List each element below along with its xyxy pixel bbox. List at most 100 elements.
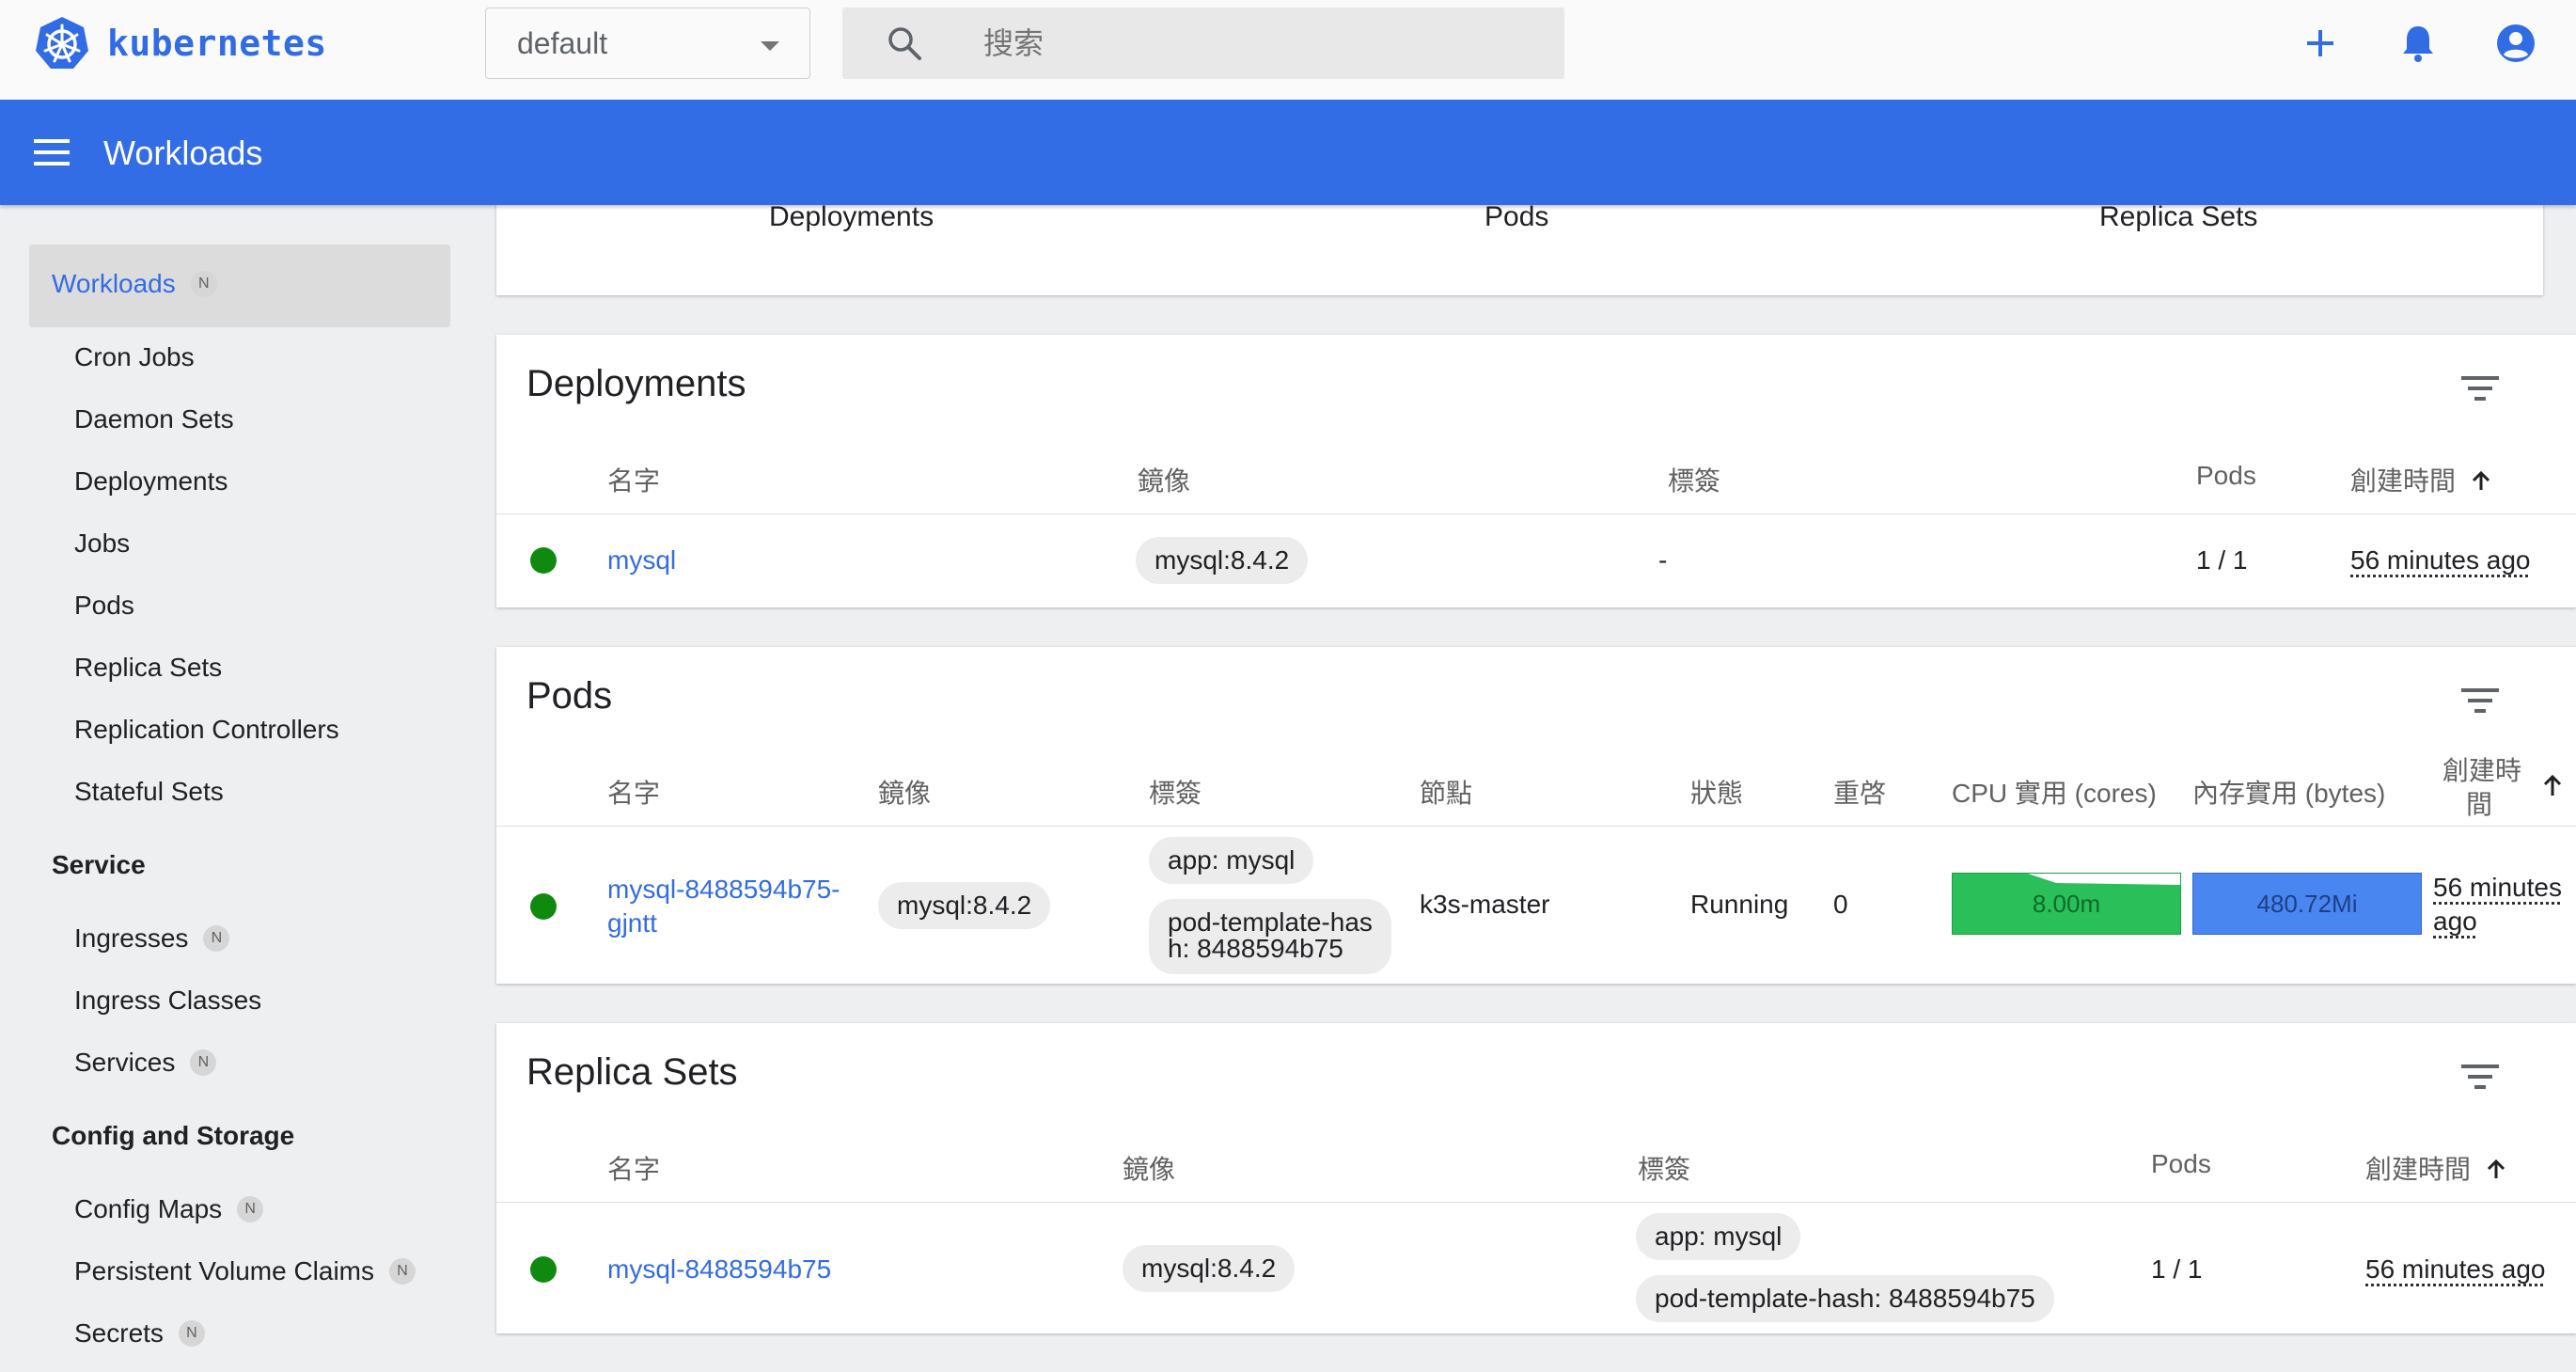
sidebar-item-label: Persistent Volume Claims bbox=[74, 1256, 375, 1285]
sidebar-item-pods[interactable]: Pods bbox=[74, 591, 134, 621]
page-toolbar: Workloads bbox=[0, 100, 2576, 205]
search-bar[interactable] bbox=[842, 8, 1564, 79]
namespace-selector[interactable]: default bbox=[485, 8, 810, 79]
deployment-name-link[interactable]: mysql bbox=[607, 545, 676, 576]
sidebar-item-config-maps[interactable]: Config Maps N bbox=[74, 1194, 264, 1224]
replica-sets-title: Replica Sets bbox=[526, 1051, 738, 1093]
menu-icon[interactable] bbox=[34, 137, 71, 167]
node-name: k3s-master bbox=[1420, 890, 1550, 919]
summary-tab-replica-sets[interactable]: Replica Sets bbox=[2099, 201, 2257, 233]
sidebar-item-label: Ingresses bbox=[74, 923, 189, 953]
namespace-value: default bbox=[517, 25, 608, 60]
sidebar-item-ingresses[interactable]: Ingresses N bbox=[74, 923, 230, 954]
label-chip: app: mysql bbox=[1149, 837, 1314, 884]
bell-icon[interactable] bbox=[2395, 21, 2441, 66]
sidebar-item-deployments[interactable]: Deployments bbox=[74, 466, 228, 497]
pod-name-line1: mysql-8488594b75- bbox=[607, 875, 840, 904]
pods-title: Pods bbox=[526, 675, 613, 717]
sort-arrow-up-icon bbox=[2543, 774, 2562, 796]
column-header-created[interactable]: 創建時間 bbox=[2365, 1149, 2506, 1187]
sidebar-item-workloads-label[interactable]: Workloads N bbox=[52, 269, 217, 299]
sidebar-section-service[interactable]: Service bbox=[52, 850, 146, 880]
sidebar-item-cron-jobs[interactable]: Cron Jobs bbox=[74, 342, 195, 372]
filter-icon[interactable] bbox=[2461, 374, 2499, 402]
column-header-pods: Pods bbox=[2196, 461, 2256, 490]
column-header-labels: 標簽 bbox=[1638, 1155, 1691, 1184]
account-icon[interactable] bbox=[2493, 21, 2538, 66]
deployments-card: Deployments 名字 鏡像 標簽 Pods 創建時間 mysql mys… bbox=[496, 335, 2576, 607]
image-chip: mysql:8.4.2 bbox=[878, 882, 1051, 929]
row-divider bbox=[496, 1202, 2576, 1203]
deployments-title: Deployments bbox=[526, 363, 746, 404]
namespaced-badge: N bbox=[178, 1320, 205, 1347]
pod-name-link[interactable]: mysql-8488594b75- gjntt bbox=[607, 873, 840, 940]
restarts-count: 0 bbox=[1833, 890, 1848, 919]
column-header-name[interactable]: 名字 bbox=[607, 1149, 660, 1187]
image-chip: mysql:8.4.2 bbox=[1136, 537, 1309, 584]
sort-arrow-up-icon bbox=[2472, 470, 2490, 490]
summary-tab-deployments[interactable]: Deployments bbox=[769, 201, 934, 233]
search-icon bbox=[888, 27, 921, 60]
filter-icon[interactable] bbox=[2461, 1063, 2499, 1091]
column-header-cpu: CPU 實用 (cores) bbox=[1952, 779, 2157, 808]
column-header-label-line1: 創建時 bbox=[2442, 756, 2522, 785]
column-header-label: 創建時間 bbox=[2350, 466, 2457, 496]
status-running-icon bbox=[530, 893, 557, 920]
sidebar-item-stateful-sets[interactable]: Stateful Sets bbox=[74, 777, 224, 807]
filter-icon[interactable] bbox=[2461, 686, 2499, 715]
labels-value: - bbox=[1658, 545, 1668, 575]
search-input[interactable] bbox=[982, 21, 1508, 66]
sidebar-item-daemon-sets[interactable]: Daemon Sets bbox=[74, 404, 234, 434]
pods-card: Pods 名字 鏡像 標簽 節點 狀態 重啓 CPU 實用 (cores) 內存… bbox=[496, 647, 2576, 984]
sidebar-item-label: Workloads bbox=[52, 269, 176, 298]
cpu-usage-value: 8.00m bbox=[2032, 889, 2101, 918]
column-header-name[interactable]: 名字 bbox=[607, 461, 660, 498]
top-header: kubernetes default bbox=[0, 0, 2576, 100]
column-header-labels: 標簽 bbox=[1668, 466, 1721, 496]
summary-tab-pods[interactable]: Pods bbox=[1484, 201, 1548, 233]
sidebar-item-replica-sets[interactable]: Replica Sets bbox=[74, 653, 222, 683]
memory-usage-value: 480.72Mi bbox=[2256, 889, 2358, 918]
sidebar-section-config-and-storage[interactable]: Config and Storage bbox=[52, 1121, 294, 1151]
sort-arrow-up-icon bbox=[2487, 1159, 2505, 1178]
kubernetes-logo[interactable]: kubernetes bbox=[34, 15, 327, 71]
column-header-created[interactable]: 創建時 間 bbox=[2442, 754, 2521, 822]
sidebar-item-services[interactable]: Services N bbox=[74, 1048, 217, 1078]
column-header-labels: 標簽 bbox=[1149, 779, 1202, 808]
cpu-usage-sparkline: 8.00m bbox=[1952, 873, 2181, 935]
status-text: Running bbox=[1690, 890, 1789, 919]
kubernetes-wheel-icon bbox=[36, 17, 88, 69]
pod-name-line2: gjntt bbox=[607, 908, 657, 938]
page-title: Workloads bbox=[103, 134, 263, 172]
created-time-line2: ago bbox=[2433, 907, 2477, 936]
namespaced-badge: N bbox=[389, 1258, 416, 1285]
namespaced-badge: N bbox=[190, 1049, 217, 1076]
status-running-icon bbox=[530, 547, 557, 574]
brand-name: kubernetes bbox=[107, 23, 327, 64]
column-header-name[interactable]: 名字 bbox=[607, 773, 660, 811]
sidebar-item-replication-controllers[interactable]: Replication Controllers bbox=[74, 715, 339, 745]
label-chip-line2: h: 8488594b75 bbox=[1168, 934, 1343, 963]
column-header-node[interactable]: 節點 bbox=[1420, 773, 1472, 811]
replica-set-name-link[interactable]: mysql-8488594b75 bbox=[607, 1254, 831, 1285]
column-header-restarts: 重啓 bbox=[1833, 779, 1887, 808]
plus-icon[interactable] bbox=[2298, 21, 2343, 66]
column-header-memory: 內存實用 (bytes) bbox=[2192, 779, 2386, 808]
image-chip: mysql:8.4.2 bbox=[1123, 1245, 1296, 1292]
replica-sets-card: Replica Sets 名字 鏡像 標簽 Pods 創建時間 mysql-84… bbox=[496, 1023, 2576, 1333]
column-header-created[interactable]: 創建時間 bbox=[2350, 461, 2491, 498]
sidebar-item-persistent-volume-claims[interactable]: Persistent Volume Claims N bbox=[74, 1256, 416, 1286]
sidebar-item-jobs[interactable]: Jobs bbox=[74, 528, 130, 559]
column-header-status[interactable]: 狀態 bbox=[1690, 773, 1743, 811]
sidebar-item-secrets[interactable]: Secrets N bbox=[74, 1318, 205, 1348]
namespaced-badge: N bbox=[237, 1196, 264, 1222]
namespaced-badge: N bbox=[203, 925, 230, 952]
pods-count: 1 / 1 bbox=[2151, 1254, 2203, 1284]
sidebar-item-ingress-classes[interactable]: Ingress Classes bbox=[74, 986, 261, 1016]
row-divider bbox=[496, 826, 2576, 827]
sidebar-item-label: Secrets bbox=[74, 1318, 164, 1348]
created-time: 56 minutes ago bbox=[2365, 1254, 2546, 1284]
column-header-label-line2: 間 bbox=[2465, 790, 2492, 819]
sidebar: Workloads N Cron Jobs Daemon Sets Deploy… bbox=[0, 205, 479, 1372]
column-header-images: 鏡像 bbox=[1138, 466, 1191, 496]
